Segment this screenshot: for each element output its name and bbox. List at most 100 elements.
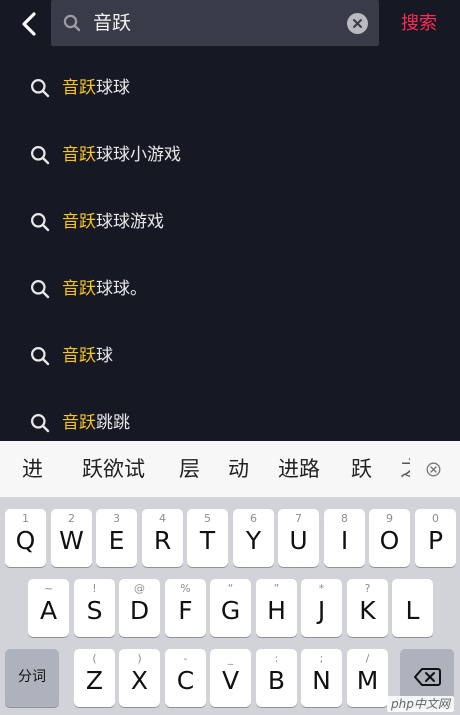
key-hint: ~ — [43, 582, 54, 595]
ime-candidate[interactable]: 动 — [228, 456, 249, 482]
suggestion-highlight: 音跃 — [62, 279, 96, 299]
key-c[interactable]: -C — [165, 649, 206, 707]
clear-button[interactable] — [347, 13, 368, 34]
key-l[interactable]: L — [392, 579, 433, 637]
ime-candidate[interactable]: 层 — [179, 456, 200, 482]
key-z[interactable]: (Z — [74, 649, 115, 707]
segment-key-label: 分词 — [18, 669, 46, 685]
suggestion-highlight: 音跃 — [62, 78, 96, 98]
key-letter: P — [427, 526, 444, 555]
back-button[interactable] — [14, 8, 44, 40]
key-letter: V — [221, 666, 240, 695]
suggestion-highlight: 音跃 — [62, 413, 96, 433]
key-hint: ” — [273, 582, 280, 595]
key-k[interactable]: ? K — [347, 579, 388, 637]
suggestion-list: 音跃球球 音跃球球小游戏 音跃球球游戏 音跃球球。 音跃球 音跃跳跳 — [0, 55, 460, 457]
key-m[interactable]: / M — [347, 649, 388, 707]
key-letter: W — [59, 526, 84, 555]
key-letter: A — [39, 596, 58, 625]
key-d[interactable]: @ D — [119, 579, 160, 637]
close-candidates-icon[interactable] — [426, 462, 441, 477]
search-input[interactable]: 音跃 — [51, 0, 379, 46]
key-f[interactable]: % F — [165, 579, 206, 637]
key-hint: * — [318, 582, 325, 595]
suggestion-item[interactable]: 音跃球球小游戏 — [0, 122, 460, 189]
key-p[interactable]: 0P — [415, 509, 456, 567]
ime-candidate[interactable]: 跃 — [351, 456, 372, 482]
key-hint: @ — [134, 582, 145, 595]
key-letter: B — [267, 666, 286, 695]
key-t[interactable]: 5T — [187, 509, 228, 567]
suggestion-item[interactable]: 音跃球球游戏 — [0, 189, 460, 256]
key-letter: F — [178, 596, 193, 625]
search-button[interactable]: 搜索 — [401, 12, 437, 36]
key-r[interactable]: 4R — [142, 509, 183, 567]
search-icon — [31, 347, 50, 366]
key-letter: O — [379, 526, 400, 555]
key-hint: ; — [319, 652, 324, 665]
keyboard: 1Q 2W 3E 4R 5T 6Y 7U 8I 9O 0P ~ A ! S @ D %… — [0, 498, 460, 715]
key-hint: 7 — [295, 512, 302, 525]
key-n[interactable]: ; N — [301, 649, 342, 707]
suggestion-item[interactable]: 音跃球球。 — [0, 256, 460, 323]
key-q[interactable]: 1Q — [5, 509, 46, 567]
key-letter: H — [267, 596, 286, 625]
key-y[interactable]: 6Y — [233, 509, 274, 567]
key-hint: 8 — [341, 512, 348, 525]
ime-candidate[interactable]: 进路 — [278, 456, 320, 482]
key-hint: - — [183, 652, 188, 665]
ime-candidate[interactable]: 跃欲试 — [82, 456, 145, 482]
suggestion-item[interactable]: 音跃球 — [0, 323, 460, 390]
key-letter: G — [220, 596, 241, 625]
key-hint: 5 — [204, 512, 211, 525]
key-letter: Y — [245, 526, 262, 555]
key-j[interactable]: * J — [301, 579, 342, 637]
key-letter: D — [129, 596, 150, 625]
key-letter: Z — [85, 666, 104, 695]
search-icon — [31, 79, 50, 98]
key-letter: N — [312, 666, 331, 695]
key-e[interactable]: 3E — [96, 509, 137, 567]
key-letter: X — [130, 666, 149, 695]
suggestion-text: 音跃球球游戏 — [62, 209, 164, 235]
suggestion-rest: 球球游戏 — [96, 212, 164, 232]
key-u[interactable]: 7U — [278, 509, 319, 567]
key-hint: _ — [227, 652, 234, 665]
key-w[interactable]: 2W — [51, 509, 92, 567]
search-icon — [63, 14, 81, 32]
key-hint: 0 — [432, 512, 439, 525]
key-hint: ! — [92, 582, 97, 595]
key-hint: 3 — [113, 512, 120, 525]
key-i[interactable]: 8I — [324, 509, 365, 567]
key-s[interactable]: ! S — [74, 579, 115, 637]
key-x[interactable]: ) X — [119, 649, 160, 707]
key-hint: ? — [364, 582, 371, 595]
key-b[interactable]: :B — [256, 649, 297, 707]
suggestion-highlight: 音跃 — [62, 145, 96, 165]
suggestion-rest: 球球小游戏 — [96, 145, 181, 165]
key-h[interactable]: ” H — [256, 579, 297, 637]
segment-key[interactable]: 分词 — [5, 649, 59, 707]
suggestion-rest: 球球。 — [96, 279, 147, 299]
suggestion-text: 音跃球球。 — [62, 276, 147, 302]
key-hint: 9 — [386, 512, 393, 525]
suggestion-rest: 跳跳 — [96, 413, 130, 433]
ime-candidate[interactable]: 进 — [22, 456, 43, 482]
key-letter: U — [289, 526, 308, 555]
key-hint: : — [274, 652, 279, 665]
suggestion-highlight: 音跃 — [62, 212, 96, 232]
key-v[interactable]: _ V — [210, 649, 251, 707]
key-letter: R — [153, 526, 172, 555]
chevron-left-icon — [22, 12, 36, 36]
key-hint: ( — [92, 652, 97, 665]
key-letter: K — [359, 596, 376, 625]
search-icon — [31, 213, 50, 232]
key-letter: J — [317, 596, 326, 625]
ime-candidate-partial[interactable]: 之 — [400, 456, 410, 482]
key-o[interactable]: 9O — [369, 509, 410, 567]
key-g[interactable]: “G — [210, 579, 251, 637]
suggestion-item[interactable]: 音跃球球 — [0, 55, 460, 122]
key-hint: 2 — [68, 512, 75, 525]
key-a[interactable]: ~ A — [28, 579, 69, 637]
key-hint: / — [365, 652, 370, 665]
